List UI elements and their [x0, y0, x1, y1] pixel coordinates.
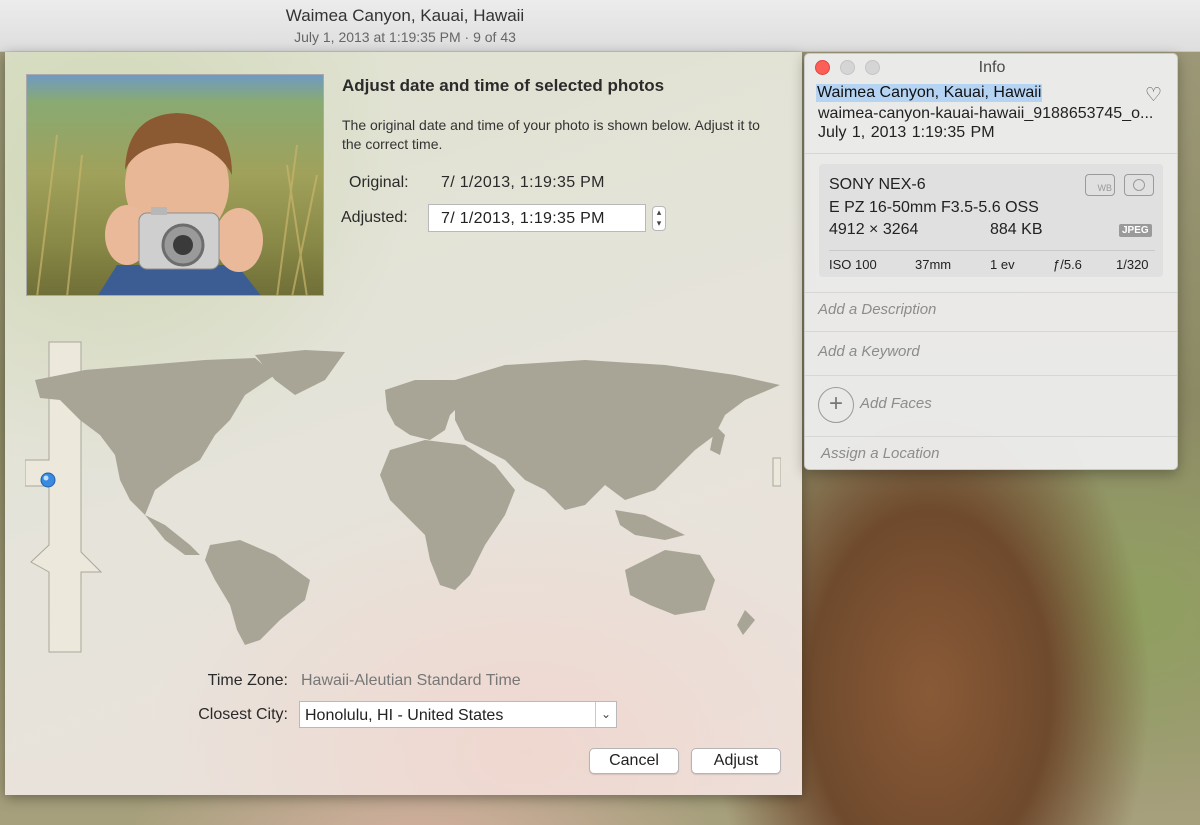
time-zone-label: Time Zone:: [207, 672, 288, 689]
window-title: Waimea Canyon, Kauai, Hawaii: [285, 6, 525, 25]
exposure-value: 1 ev: [990, 257, 1015, 272]
date-stepper[interactable]: ▴ ▾: [652, 206, 666, 231]
map-edge-marker: [772, 457, 781, 487]
cancel-button[interactable]: Cancel: [589, 748, 679, 774]
adjust-button[interactable]: Adjust: [691, 748, 781, 774]
add-faces-button[interactable]: Add Faces: [860, 395, 932, 412]
continent-africa: [380, 440, 515, 590]
exif-divider: [829, 250, 1155, 251]
metering-icon: [1124, 174, 1154, 196]
focal-length-value: 37mm: [915, 257, 952, 272]
divider: [805, 375, 1177, 376]
location-pin-icon[interactable]: [40, 472, 56, 488]
closest-city-select[interactable]: Honolulu, HI - United States ⌄: [299, 701, 617, 728]
adjusted-date-field[interactable]: 7/ 1/2013, 1:19:35 PM: [428, 204, 646, 232]
info-panel: Info Waimea Canyon, Kauai, Hawaii ♡ waim…: [804, 53, 1178, 470]
format-badge: JPEG: [1119, 224, 1152, 237]
shutter-speed-value: 1/320: [1116, 257, 1149, 272]
location-pin-highlight: [43, 475, 49, 481]
stepper-down-icon[interactable]: ▾: [653, 218, 665, 229]
dialog-heading: Adjust date and time of selected photos: [342, 76, 665, 95]
closest-city-value: Honolulu, HI - United States: [305, 707, 504, 724]
description-field[interactable]: Add a Description: [818, 301, 936, 318]
stepper-up-icon[interactable]: ▴: [653, 207, 665, 218]
image-dimensions: 4912 × 3264: [829, 221, 919, 238]
chevron-down-icon[interactable]: ⌄: [595, 702, 616, 727]
white-balance-icon: WB: [1085, 174, 1115, 196]
photo-title-field[interactable]: Waimea Canyon, Kauai, Hawaii: [816, 84, 1043, 102]
continent-australia: [625, 550, 715, 615]
closest-city-label: Closest City:: [198, 706, 288, 723]
continent-europe: [385, 380, 465, 440]
time-zone-value: Hawaii-Aleutian Standard Time: [301, 672, 521, 689]
lens-model: E PZ 16-50mm F3.5-5.6 OSS: [829, 199, 1039, 216]
window-titlebar: Waimea Canyon, Kauai, Hawaii July 1, 201…: [0, 0, 1200, 52]
divider: [805, 292, 1177, 293]
location-field[interactable]: Assign a Location: [821, 445, 939, 462]
islands-new-zealand: [737, 610, 755, 635]
dialog-description: The original date and time of your photo…: [342, 117, 760, 152]
photo-filename: waimea-canyon-kauai-hawaii_9188653745_o.…: [818, 105, 1154, 122]
info-panel-title: Info: [978, 59, 1006, 76]
original-label: Original:: [349, 174, 409, 191]
divider: [805, 436, 1177, 437]
divider: [805, 331, 1177, 332]
camera-model: SONY NEX-6: [829, 176, 926, 193]
continent-central-america: [145, 515, 200, 555]
exif-box: SONY NEX-6 E PZ 16-50mm F3.5-5.6 OSS 491…: [819, 164, 1163, 277]
continent-south-america: [205, 540, 310, 645]
file-size: 884 KB: [990, 221, 1043, 238]
original-date-value: 7/ 1/2013, 1:19:35 PM: [441, 174, 605, 191]
iso-value: ISO 100: [829, 257, 877, 272]
adjust-date-time-dialog: Adjust date and time of selected photos …: [5, 52, 802, 795]
time-zone-map[interactable]: [25, 340, 781, 656]
add-faces-icon[interactable]: +: [818, 387, 854, 423]
divider: [805, 153, 1177, 154]
window-subtitle: July 1, 2013 at 1:19:35 PM · 9 of 43: [294, 29, 516, 45]
islands-southeast-asia: [615, 510, 685, 540]
photo-thumbnail: [26, 74, 324, 296]
aperture-value: ƒ/5.6: [1053, 257, 1082, 272]
photo-date-time[interactable]: July 1, 2013 1:19:35 PM: [818, 124, 995, 142]
keyword-field[interactable]: Add a Keyword: [818, 343, 920, 360]
adjusted-label: Adjusted:: [341, 209, 408, 226]
heart-icon[interactable]: ♡: [1145, 84, 1162, 107]
